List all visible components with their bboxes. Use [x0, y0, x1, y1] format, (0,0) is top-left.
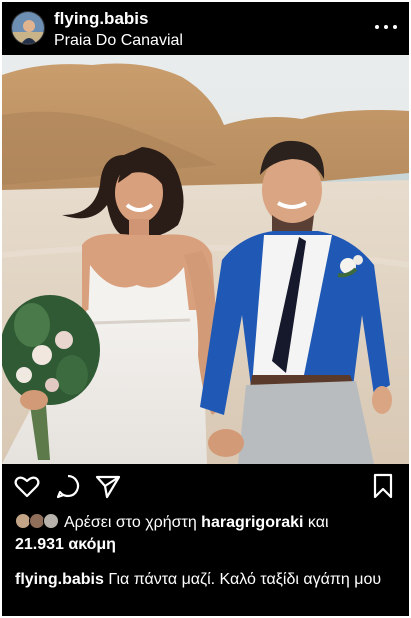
post-photo[interactable] [2, 55, 409, 464]
liker-username[interactable]: haragrigoraki [201, 514, 303, 531]
comment-icon[interactable] [54, 472, 82, 500]
avatar[interactable] [11, 11, 45, 45]
avatar [43, 513, 59, 529]
liker-avatars [15, 513, 61, 529]
send-icon[interactable] [94, 472, 122, 500]
likes-count[interactable]: 21.931 ακόμη [15, 536, 116, 553]
instagram-post: flying.babis Praia Do Canavial Αρέσει στ… [2, 2, 409, 616]
post-header: flying.babis Praia Do Canavial [2, 2, 409, 54]
action-bar [2, 472, 409, 504]
bookmark-icon[interactable] [369, 472, 397, 500]
likes-connector: και [303, 514, 329, 531]
post-location[interactable]: Praia Do Canavial [54, 32, 183, 50]
post-caption: flying.babis Για πάντα μαζί. Καλό ταξίδι… [15, 569, 405, 591]
caption-text: Για πάντα μαζί. Καλό ταξίδι αγάπη μου [103, 571, 382, 588]
post-username[interactable]: flying.babis [54, 9, 148, 29]
likes-summary[interactable]: Αρέσει στο χρήστη haragrigoraki και 21.9… [15, 512, 405, 556]
heart-icon[interactable] [13, 472, 41, 500]
more-options-icon[interactable] [375, 20, 397, 34]
likes-prefix: Αρέσει στο χρήστη [64, 514, 202, 531]
caption-username[interactable]: flying.babis [15, 571, 104, 588]
